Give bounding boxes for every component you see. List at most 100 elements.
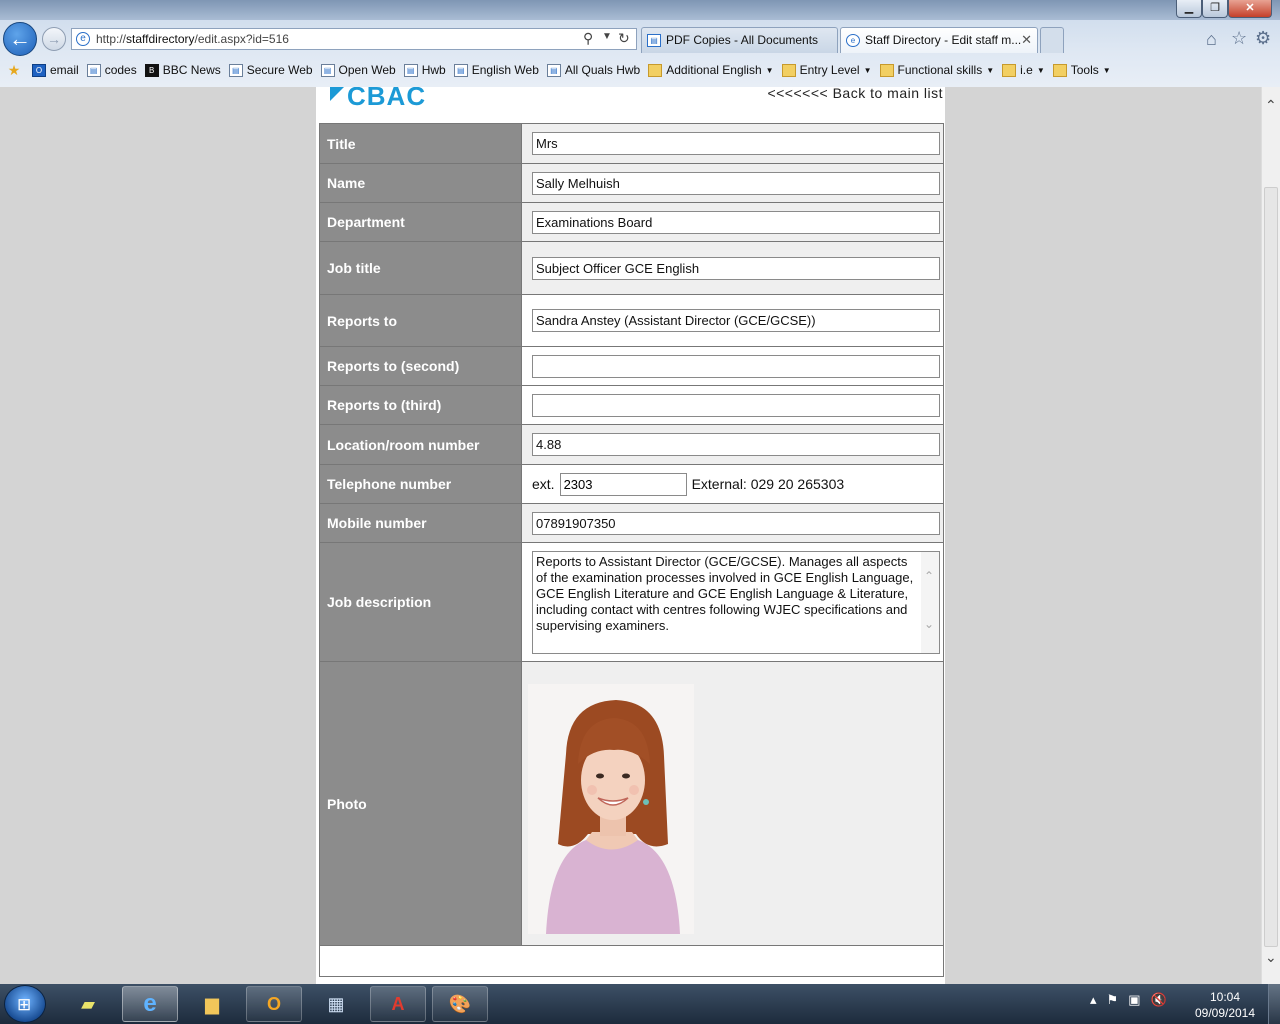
favorite-folder-additional-english[interactable]: Additional English ▼ — [648, 63, 774, 77]
form-row-job-description: Job description Reports to Assistant Dir… — [319, 542, 944, 662]
address-dropdown-icon[interactable]: ▼ — [602, 31, 612, 42]
taskbar-calculator[interactable]: ▦ — [308, 986, 364, 1022]
favorite-email[interactable]: Oemail — [32, 63, 79, 77]
volume-muted-icon[interactable]: 🔇 — [1150, 992, 1166, 1008]
chevron-up-icon[interactable]: ⌃ — [924, 568, 934, 584]
show-hidden-icons-icon[interactable]: ▴ — [1090, 992, 1097, 1008]
home-icon[interactable]: ⌂ — [1206, 29, 1217, 50]
gear-icon[interactable]: ⚙ — [1255, 28, 1271, 49]
tab-staff-directory[interactable]: e Staff Directory - Edit staff m... ✕ — [840, 27, 1038, 53]
telephone-ext-input[interactable] — [559, 472, 687, 496]
mobile-input[interactable] — [532, 511, 940, 535]
chevron-down-icon[interactable]: ⌄ — [924, 616, 934, 632]
scrollbar-thumb[interactable] — [1264, 187, 1278, 947]
webpage-icon: ▤ — [320, 63, 335, 77]
favorite-folder-ie[interactable]: i.e ▼ — [1002, 63, 1045, 77]
favorite-folder-functional-skills[interactable]: Functional skills ▼ — [879, 63, 995, 77]
add-favorite-button[interactable]: ★ — [6, 63, 26, 77]
favorite-label: English Web — [471, 63, 539, 77]
close-window-button[interactable]: ✕ — [1228, 0, 1272, 18]
calculator-icon: ▦ — [327, 993, 345, 1014]
folder-icon — [1002, 63, 1017, 77]
favorite-label: BBC News — [162, 63, 221, 77]
internet-explorer-icon: e — [143, 990, 157, 1017]
textarea-scrollbar[interactable]: ⌃ ⌄ — [921, 551, 939, 653]
forward-button[interactable]: → — [42, 27, 66, 51]
reports-to-third-input[interactable] — [532, 393, 940, 417]
start-button[interactable]: ⊞ — [4, 985, 46, 1023]
favorite-label: Open Web — [338, 63, 396, 77]
favorite-label: i.e — [1020, 63, 1033, 77]
field-label: Name — [319, 163, 522, 203]
form-row-department: Department — [319, 202, 944, 242]
reports-to-input[interactable] — [532, 309, 940, 332]
forward-arrow-icon: → — [47, 31, 61, 47]
favorite-open-web[interactable]: ▤ Open Web — [320, 63, 396, 77]
scroll-up-icon[interactable]: ⌃ — [1265, 97, 1277, 114]
chevron-down-icon: ▼ — [863, 65, 872, 75]
name-input[interactable] — [532, 171, 940, 195]
new-tab-button[interactable] — [1040, 27, 1064, 53]
favorite-hwb[interactable]: ▤ Hwb — [403, 63, 446, 77]
taskbar-adobe-reader[interactable]: A — [370, 986, 426, 1022]
tab-pdf-copies[interactable]: ▤ PDF Copies - All Documents — [641, 27, 838, 53]
staff-photo — [528, 684, 694, 934]
paint-palette-icon: 🎨 — [448, 993, 472, 1014]
taskbar-paint[interactable]: 🎨 — [432, 986, 488, 1022]
windows-taskbar: ⊞ ▰ e ▆ O ▦ A 🎨 ▴ ⚑ ▣ 🔇 10:04 09/09/2014 — [0, 984, 1280, 1024]
taskbar-sticky-notes[interactable]: ▰ — [60, 986, 116, 1022]
ie-page-icon: e — [846, 34, 860, 47]
form-row-photo: Photo — [319, 661, 944, 946]
page-vertical-scrollbar[interactable]: ⌃ ⌄ — [1261, 87, 1280, 984]
webpage-icon: ▤ — [453, 63, 468, 77]
logo-mark-icon — [330, 87, 344, 101]
page-viewport: CBAC <<<<<<< Back to main list Title Nam… — [0, 87, 1261, 984]
taskbar-clock[interactable]: 10:04 09/09/2014 — [1190, 989, 1260, 1021]
close-tab-icon[interactable]: ✕ — [1021, 32, 1032, 48]
back-to-main-list-link[interactable]: <<<<<<< Back to main list — [767, 87, 943, 101]
address-url[interactable]: http://staffdirectory/edit.aspx?id=516 — [96, 32, 289, 46]
action-center-flag-icon[interactable]: ⚑ — [1107, 992, 1119, 1008]
form-row-footer — [319, 945, 944, 977]
taskbar-internet-explorer[interactable]: e — [122, 986, 178, 1022]
form-row-job-title: Job title — [319, 241, 944, 295]
department-input[interactable] — [532, 210, 940, 234]
favorite-english-web[interactable]: ▤ English Web — [453, 63, 539, 77]
form-row-reports-to-second: Reports to (second) — [319, 346, 944, 386]
field-value-cell — [521, 241, 944, 295]
favorite-all-quals-hwb[interactable]: ▤ All Quals Hwb — [546, 63, 640, 77]
webpage-icon: ▤ — [403, 63, 418, 77]
field-value-cell — [521, 202, 944, 242]
scroll-down-icon[interactable]: ⌄ — [1265, 949, 1277, 966]
chevron-down-icon: ▼ — [1036, 65, 1045, 75]
taskbar-outlook[interactable]: O — [246, 986, 302, 1022]
job-title-input[interactable] — [532, 256, 940, 280]
address-bar[interactable]: e http://staffdirectory/edit.aspx?id=516… — [71, 28, 637, 50]
url-host: staffdirectory — [126, 32, 195, 46]
location-input[interactable] — [532, 433, 940, 456]
folder-icon — [648, 63, 663, 77]
reports-to-second-input[interactable] — [532, 354, 940, 378]
favorite-folder-tools[interactable]: Tools ▼ — [1052, 63, 1111, 77]
network-icon[interactable]: ▣ — [1128, 992, 1140, 1008]
favorite-secure-web[interactable]: ▤ Secure Web — [228, 63, 313, 77]
minimize-button[interactable]: ▁ — [1176, 0, 1202, 18]
job-description-textarea[interactable]: Reports to Assistant Director (GCE/GCSE)… — [532, 550, 940, 654]
maximize-button[interactable]: ❐ — [1202, 0, 1228, 18]
favorite-codes[interactable]: ▤ codes — [86, 63, 137, 77]
chevron-down-icon: ▼ — [986, 65, 995, 75]
favorites-star-icon[interactable]: ☆ — [1231, 28, 1247, 49]
search-icon[interactable]: ⚲ — [583, 30, 593, 47]
folder-icon: ▆ — [205, 993, 219, 1014]
favorite-bbc-news[interactable]: B BBC News — [144, 63, 221, 77]
taskbar-file-explorer[interactable]: ▆ — [184, 986, 240, 1022]
refresh-icon[interactable]: ↻ — [618, 30, 630, 47]
form-row-reports-to: Reports to — [319, 294, 944, 347]
back-button[interactable]: ← — [3, 22, 37, 56]
form-row-title: Title — [319, 123, 944, 164]
favorite-folder-entry-level[interactable]: Entry Level ▼ — [781, 63, 872, 77]
field-label: Mobile number — [319, 503, 522, 543]
show-desktop-button[interactable] — [1268, 984, 1280, 1024]
title-input[interactable] — [532, 132, 940, 155]
field-label: Reports to (third) — [319, 385, 522, 425]
